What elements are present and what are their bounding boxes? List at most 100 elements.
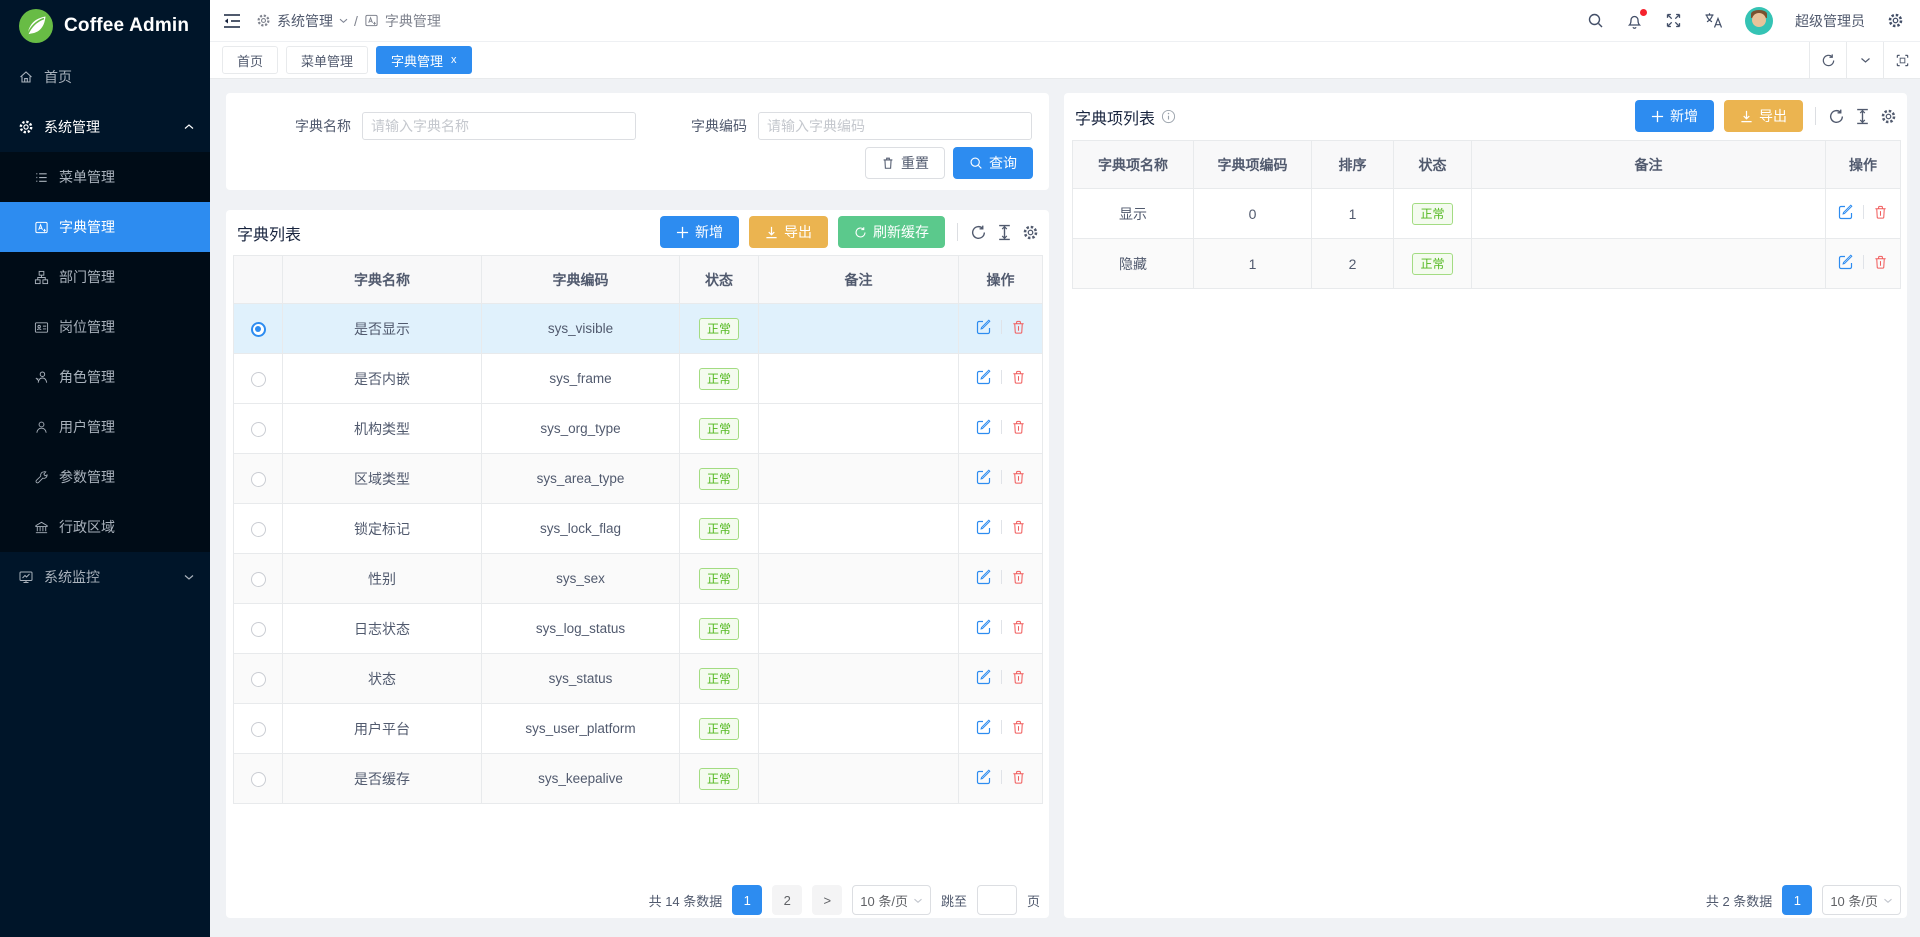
delete-icon[interactable] (1011, 669, 1026, 685)
table-row[interactable]: 性别sys_sex 正常 (234, 554, 1043, 604)
delete-icon[interactable] (1011, 419, 1026, 435)
sidebar-item-dict-mgmt[interactable]: 字典管理 (0, 202, 210, 252)
sidebar-item-monitor[interactable]: 系统监控 (0, 552, 210, 602)
search-icon[interactable] (1587, 12, 1604, 29)
table-row[interactable]: 显示01 正常 (1073, 189, 1901, 239)
delete-icon[interactable] (1011, 469, 1026, 485)
edit-icon[interactable] (1838, 254, 1854, 270)
page-1[interactable]: 1 (732, 885, 762, 915)
table-row[interactable]: 是否显示sys_visible 正常 (234, 304, 1043, 354)
edit-icon[interactable] (976, 769, 992, 785)
row-height-icon[interactable] (1855, 108, 1870, 125)
row-radio[interactable] (251, 522, 266, 537)
delete-icon[interactable] (1011, 319, 1026, 335)
delete-icon[interactable] (1011, 569, 1026, 585)
edit-icon[interactable] (976, 519, 992, 535)
next-page[interactable]: > (812, 885, 842, 915)
row-radio[interactable] (251, 572, 266, 587)
table-row[interactable]: 机构类型sys_org_type 正常 (234, 404, 1043, 454)
row-radio[interactable] (251, 672, 266, 687)
maximize-content-icon[interactable] (1883, 42, 1920, 78)
delete-icon[interactable] (1011, 769, 1026, 785)
dict-code-input[interactable] (758, 112, 1032, 140)
delete-icon[interactable] (1873, 254, 1888, 270)
sidebar-item-system[interactable]: 系统管理 (0, 102, 210, 152)
page-2[interactable]: 2 (772, 885, 802, 915)
table-row[interactable]: 是否内嵌sys_frame 正常 (234, 354, 1043, 404)
edit-icon[interactable] (1838, 204, 1854, 220)
sidebar-item-post-mgmt[interactable]: 岗位管理 (0, 302, 210, 352)
sidebar-item-dept-mgmt[interactable]: 部门管理 (0, 252, 210, 302)
row-radio[interactable] (251, 372, 266, 387)
edit-icon[interactable] (976, 719, 992, 735)
delete-icon[interactable] (1011, 619, 1026, 635)
translate-icon[interactable] (1704, 12, 1723, 29)
edit-icon[interactable] (976, 369, 992, 385)
sidebar-item-home[interactable]: 首页 (0, 52, 210, 102)
sidebar-item-user-mgmt[interactable]: 用户管理 (0, 402, 210, 452)
export-dict-button[interactable]: 导出 (749, 216, 828, 248)
reset-button[interactable]: 重置 (865, 147, 945, 179)
edit-icon[interactable] (976, 469, 992, 485)
table-row[interactable]: 用户平台sys_user_platform 正常 (234, 704, 1043, 754)
table-row[interactable]: 锁定标记sys_lock_flag 正常 (234, 504, 1043, 554)
breadcrumb-item[interactable]: 系统管理 (277, 11, 333, 31)
refresh-table-icon[interactable] (1828, 108, 1845, 125)
delete-icon[interactable] (1873, 204, 1888, 220)
row-radio[interactable] (251, 422, 266, 437)
page-size-select[interactable]: 10 条/页 (1822, 885, 1901, 915)
sidebar: Coffee Admin 首页 系统管理 菜单管理 字典管理 部门管理 岗位管理… (0, 0, 210, 937)
tabs-menu-chevron[interactable] (1846, 42, 1883, 78)
edit-icon[interactable] (976, 619, 992, 635)
row-radio[interactable] (251, 772, 266, 787)
add-dict-button[interactable]: 新增 (660, 216, 739, 248)
page-size-select[interactable]: 10 条/页 (852, 885, 931, 915)
refresh-tabs-button[interactable] (1809, 42, 1846, 78)
sidebar-item-param-mgmt[interactable]: 参数管理 (0, 452, 210, 502)
edit-icon[interactable] (976, 419, 992, 435)
total-count: 共 14 条数据 (649, 891, 723, 910)
table-row[interactable]: 状态sys_status 正常 (234, 654, 1043, 704)
avatar[interactable] (1745, 7, 1773, 35)
edit-icon[interactable] (976, 569, 992, 585)
edit-icon[interactable] (976, 319, 992, 335)
table-row[interactable]: 区域类型sys_area_type 正常 (234, 454, 1043, 504)
tab-home[interactable]: 首页 (222, 46, 278, 74)
sidebar-item-area-mgmt[interactable]: 行政区域 (0, 502, 210, 552)
add-dict-item-button[interactable]: 新增 (1635, 100, 1714, 132)
table-row[interactable]: 日志状态sys_log_status 正常 (234, 604, 1043, 654)
dict-name-input[interactable] (362, 112, 636, 140)
delete-icon[interactable] (1011, 369, 1026, 385)
row-radio[interactable] (251, 622, 266, 637)
table-row[interactable]: 隐藏12 正常 (1073, 239, 1901, 289)
tab-menu-mgmt[interactable]: 菜单管理 (286, 46, 368, 74)
refresh-cache-button[interactable]: 刷新缓存 (838, 216, 945, 248)
page-1[interactable]: 1 (1782, 885, 1812, 915)
fullscreen-icon[interactable] (1665, 12, 1682, 29)
sidebar-item-menu-mgmt[interactable]: 菜单管理 (0, 152, 210, 202)
collapse-sidebar-icon[interactable] (222, 12, 242, 30)
edit-icon[interactable] (976, 669, 992, 685)
export-dict-item-button[interactable]: 导出 (1724, 100, 1803, 132)
username[interactable]: 超级管理员 (1795, 11, 1865, 31)
delete-icon[interactable] (1011, 519, 1026, 535)
tab-dict-mgmt[interactable]: 字典管理x (376, 46, 472, 74)
delete-icon[interactable] (1011, 719, 1026, 735)
row-radio[interactable] (251, 722, 266, 737)
row-radio[interactable] (251, 472, 266, 487)
chevron-down-icon (913, 897, 923, 904)
row-height-icon[interactable] (997, 224, 1012, 241)
notification-bell[interactable] (1626, 12, 1643, 30)
table-row[interactable]: 是否缓存sys_keepalive 正常 (234, 754, 1043, 804)
close-tab-icon[interactable]: x (451, 54, 457, 66)
refresh-table-icon[interactable] (970, 224, 987, 241)
table-settings-gear-icon[interactable] (1022, 224, 1039, 241)
sidebar-item-role-mgmt[interactable]: 角色管理 (0, 352, 210, 402)
bank-icon (34, 520, 49, 535)
query-button[interactable]: 查询 (953, 147, 1033, 179)
row-radio[interactable] (251, 322, 266, 337)
table-settings-gear-icon[interactable] (1880, 108, 1897, 125)
page-label: 页 (1027, 891, 1040, 910)
gear-icon[interactable] (1887, 12, 1904, 29)
jump-page-input[interactable] (977, 885, 1017, 915)
